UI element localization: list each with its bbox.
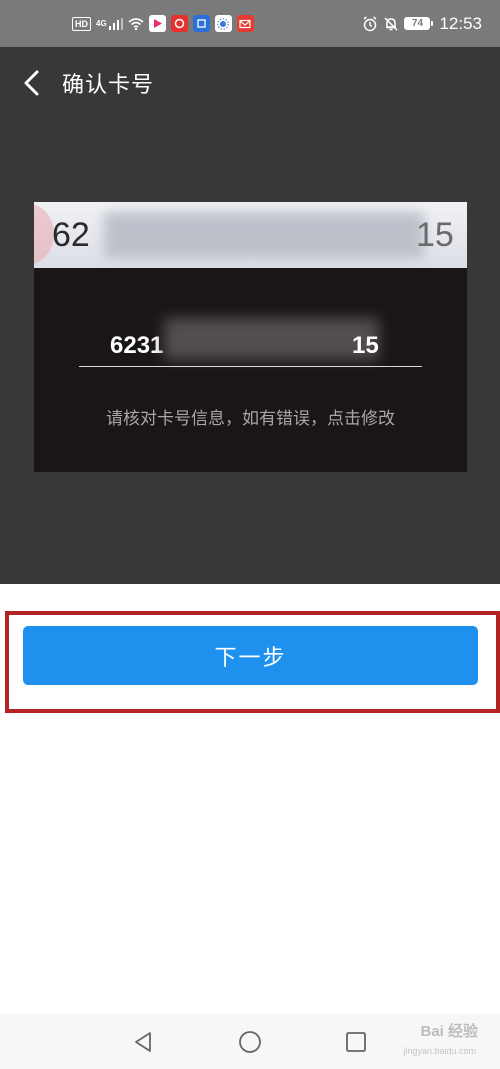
app-sun-icon bbox=[214, 15, 232, 32]
card-number-underline bbox=[79, 366, 422, 367]
watermark-brand: Bai 经验 bbox=[420, 1023, 478, 1040]
nav-back-icon[interactable] bbox=[131, 1030, 155, 1054]
hd-badge: HD bbox=[72, 16, 91, 31]
app-mail-icon bbox=[236, 15, 254, 32]
navigation-bar: Bai 经验 jingyan.baidu.com bbox=[0, 1014, 500, 1069]
screen: HD 4G 74 12:53 确认卡号 62 15 6231 15 请核对卡号信… bbox=[0, 0, 500, 1069]
nav-home-icon[interactable] bbox=[238, 1030, 262, 1054]
scanned-card-image: 62 15 bbox=[34, 202, 467, 268]
scanned-number-prefix: 62 bbox=[52, 216, 90, 254]
alarm-icon bbox=[363, 15, 377, 31]
app-music-icon bbox=[170, 15, 188, 32]
watermark-url: jingyan.baidu.com bbox=[403, 1046, 476, 1056]
battery-indicator: 74 bbox=[404, 17, 434, 30]
card-number-suffix[interactable]: 15 bbox=[352, 332, 379, 360]
hint-text: 请核对卡号信息，如有错误，点击修改 bbox=[106, 409, 395, 429]
app-video-icon bbox=[148, 15, 166, 32]
mute-bell-icon bbox=[384, 16, 398, 31]
status-time: 12:53 bbox=[439, 13, 482, 33]
app-news-icon bbox=[192, 15, 210, 32]
confirm-panel: 6231 15 请核对卡号信息，如有错误，点击修改 bbox=[34, 268, 467, 472]
next-step-button[interactable]: 下一步 bbox=[23, 626, 478, 685]
card-number-blurred bbox=[164, 318, 379, 360]
blurred-region bbox=[104, 212, 424, 258]
scanned-number-suffix: 15 bbox=[416, 216, 454, 254]
status-right: 74 12:53 bbox=[362, 14, 482, 34]
page-title: 确认卡号 bbox=[62, 73, 155, 98]
card-number-prefix[interactable]: 6231 bbox=[110, 332, 163, 360]
status-left: HD 4G bbox=[72, 15, 254, 32]
network-type: 4G bbox=[96, 19, 107, 28]
back-arrow-icon[interactable] bbox=[20, 69, 44, 97]
wifi-icon bbox=[128, 17, 144, 30]
nav-recents-icon[interactable] bbox=[344, 1030, 368, 1054]
signal-icon bbox=[108, 17, 123, 30]
status-bar: HD 4G 74 12:53 bbox=[0, 0, 500, 47]
card-scan-area: 确认卡号 62 15 6231 15 请核对卡号信息，如有错误，点击修改 bbox=[0, 47, 500, 584]
